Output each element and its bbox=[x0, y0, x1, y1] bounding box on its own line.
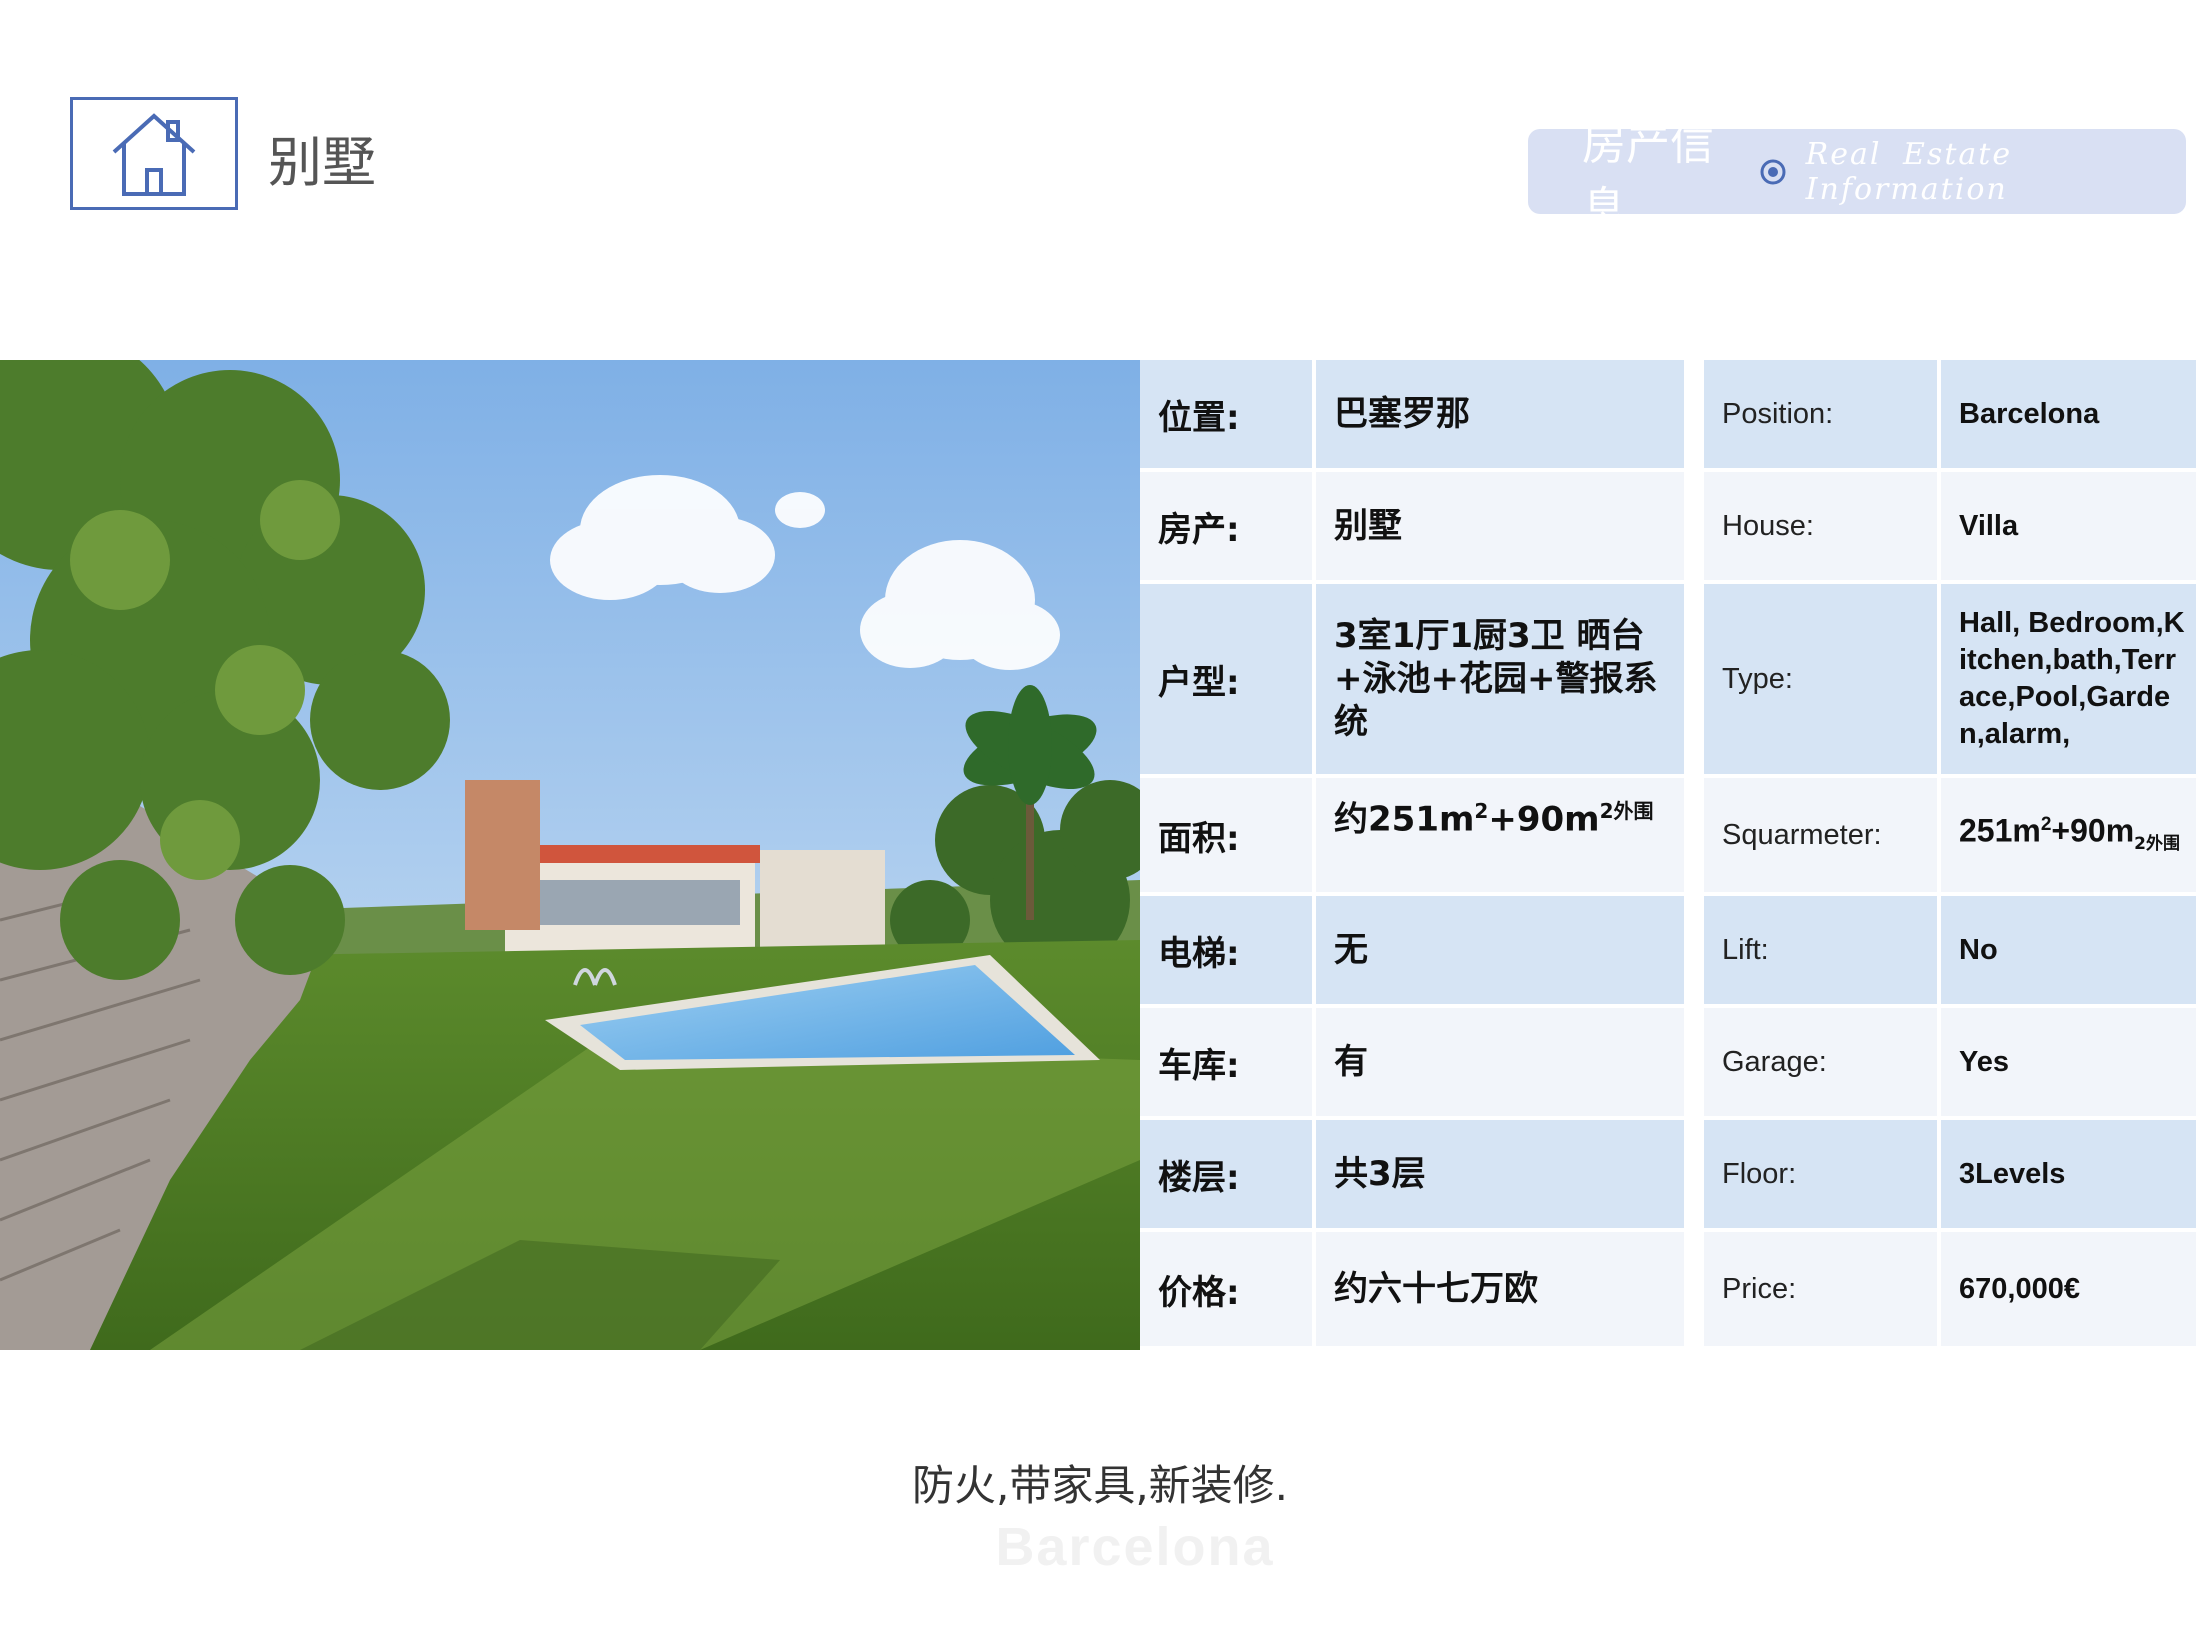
en-label-lift: Lift: bbox=[1704, 896, 1941, 1008]
en-value-area: 251m2+90m2外围 bbox=[1941, 778, 2200, 896]
en-value-price: 670,000€ bbox=[1941, 1232, 2200, 1350]
banner-en-text: Real Estate Information bbox=[1805, 136, 2013, 207]
column-gap bbox=[1688, 896, 1704, 1008]
en-area-main: 251m2+90m2外围 bbox=[1959, 813, 2180, 855]
column-gap bbox=[1688, 778, 1704, 896]
column-gap bbox=[1688, 472, 1704, 584]
en-label-type: Type: bbox=[1704, 584, 1941, 778]
en-value-floor: 3Levels bbox=[1941, 1120, 2200, 1232]
cn-label-lift: 电梯: bbox=[1140, 896, 1316, 1008]
en-value-house: Villa bbox=[1941, 472, 2200, 584]
en-value-position: Barcelona bbox=[1941, 360, 2200, 472]
page-title: 别墅 bbox=[268, 131, 376, 194]
cn-value-area: 约251m2+90m2外围 bbox=[1316, 778, 1688, 896]
footer-note: 防火,带家具,新装修. bbox=[911, 1461, 1289, 1510]
cn-label-area: 面积: bbox=[1140, 778, 1316, 896]
cn-label-position: 位置: bbox=[1140, 360, 1316, 472]
cn-value-floor: 共3层 bbox=[1316, 1120, 1688, 1232]
cn-label-garage: 车库: bbox=[1140, 1008, 1316, 1120]
house-logo-box bbox=[70, 97, 238, 210]
cn-label-price: 价格: bbox=[1140, 1232, 1316, 1350]
column-gap bbox=[1688, 1120, 1704, 1232]
column-gap bbox=[1688, 584, 1704, 778]
cn-value-lift: 无 bbox=[1316, 896, 1688, 1008]
en-label-floor: Floor: bbox=[1704, 1120, 1941, 1232]
en-label-area: Squarmeter: bbox=[1704, 778, 1941, 896]
cn-value-price: 约六十七万欧 bbox=[1316, 1232, 1688, 1350]
cn-value-house: 别墅 bbox=[1316, 472, 1688, 584]
column-gap bbox=[1688, 360, 1704, 472]
target-circle-icon bbox=[1760, 159, 1786, 185]
en-value-type: Hall, Bedroom,Kitchen,bath,Terrace,Pool,… bbox=[1941, 584, 2200, 778]
cn-area-main: 约251m2+90m2外围 bbox=[1334, 799, 1654, 840]
cn-label-house: 房产: bbox=[1140, 472, 1316, 584]
cn-value-garage: 有 bbox=[1316, 1008, 1688, 1120]
cn-label-floor: 楼层: bbox=[1140, 1120, 1316, 1232]
en-label-garage: Garage: bbox=[1704, 1008, 1941, 1120]
en-value-lift: No bbox=[1941, 896, 2200, 1008]
en-label-price: Price: bbox=[1704, 1232, 1941, 1350]
property-info-table: 位置: 巴塞罗那 Position: Barcelona 房产: 别墅 Hous… bbox=[1140, 360, 2200, 1350]
house-icon bbox=[112, 112, 196, 196]
cn-value-type: 3室1厅1厨3卫 晒台+泳池+花园+警报系统 bbox=[1316, 584, 1688, 778]
villa-pool-photo bbox=[0, 360, 1140, 1350]
cn-value-position: 巴塞罗那 bbox=[1316, 360, 1688, 472]
real-estate-info-banner: 房产信息 Real Estate Information bbox=[1528, 119, 2186, 234]
en-label-position: Position: bbox=[1704, 360, 1941, 472]
column-gap bbox=[1688, 1008, 1704, 1120]
watermark-text: Barcelona bbox=[995, 1517, 1275, 1577]
en-value-garage: Yes bbox=[1941, 1008, 2200, 1120]
cn-label-type: 户型: bbox=[1140, 584, 1316, 778]
en-label-house: House: bbox=[1704, 472, 1941, 584]
banner-cn-text: 房产信息 bbox=[1582, 118, 1714, 234]
column-gap bbox=[1688, 1232, 1704, 1350]
